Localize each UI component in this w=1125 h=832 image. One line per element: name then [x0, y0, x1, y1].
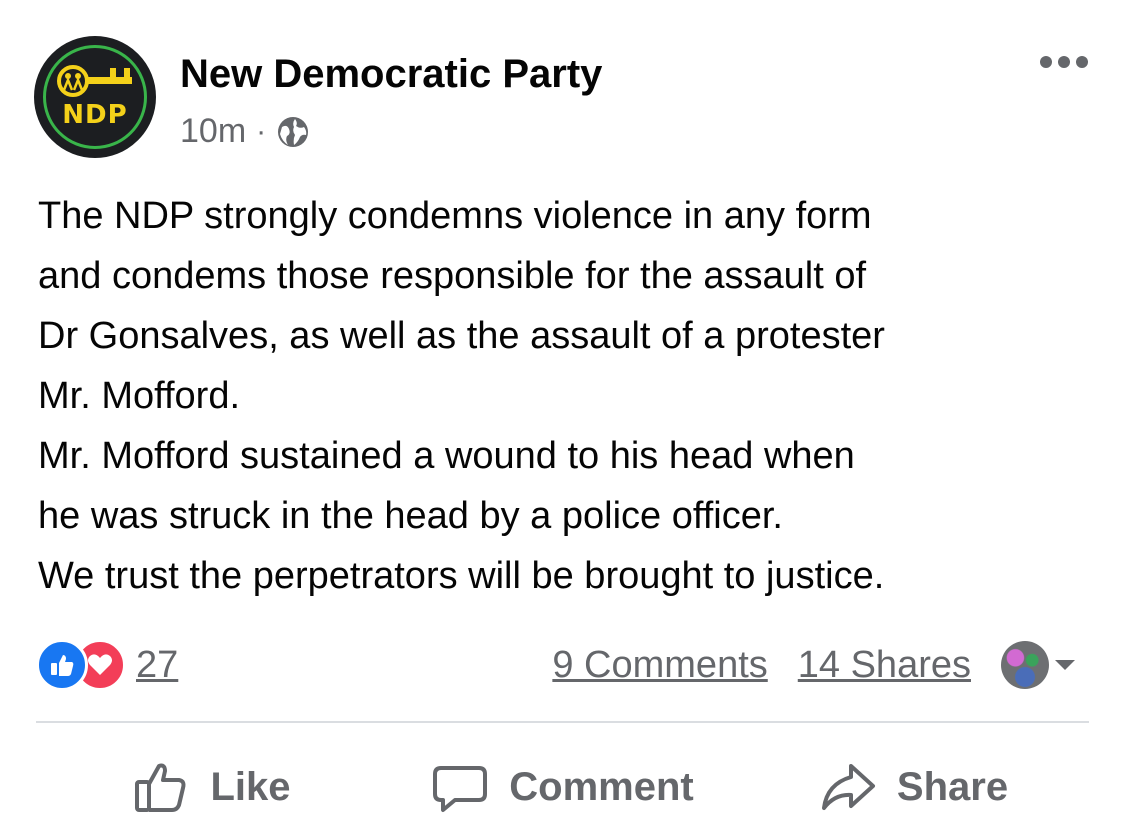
more-options-button[interactable]: [1040, 56, 1088, 68]
post-body-line: We trust the perpetrators will be brough…: [38, 555, 885, 597]
post-timestamp[interactable]: 10m: [180, 112, 246, 151]
comment-label: Comment: [509, 764, 694, 809]
share-label: Share: [896, 764, 1009, 809]
thumbs-up-icon: [135, 763, 186, 812]
comment-bubble-icon: [433, 766, 488, 812]
shares-count-link[interactable]: 14 Shares: [798, 644, 971, 687]
post-body-line: The NDP strongly condemns violence in an…: [38, 195, 872, 237]
more-horizontal-icon: [1058, 56, 1070, 68]
like-button[interactable]: Like: [36, 742, 387, 832]
meta-separator: ·: [256, 114, 267, 148]
avatar-label: NDP: [62, 100, 128, 130]
post-meta: 10m ·: [180, 112, 310, 151]
engagement-stats: 9 Comments 14 Shares: [552, 640, 1075, 690]
post-actions-bar: Like Comment Share: [36, 742, 1089, 832]
divider: [36, 721, 1089, 723]
like-reaction-icon: [36, 639, 88, 691]
page-avatar[interactable]: NDP: [34, 36, 156, 158]
post-body-line: Mr. Mofford.: [38, 375, 241, 417]
share-arrow-icon: [821, 764, 875, 810]
ndp-key-logo-icon: [57, 65, 132, 97]
share-button[interactable]: Share: [738, 742, 1089, 832]
page-name-link[interactable]: New Democratic Party: [180, 52, 602, 97]
post-body-line: Dr Gonsalves, as well as the assault of …: [38, 315, 885, 357]
viewer-avatar[interactable]: [1001, 641, 1049, 689]
comment-button[interactable]: Comment: [387, 742, 738, 832]
globe-icon[interactable]: [276, 115, 310, 149]
post-body-line: he was struck in the head by a police of…: [38, 495, 783, 537]
like-label: Like: [210, 764, 291, 809]
post-body-line: and condems those responsible for the as…: [38, 255, 867, 297]
post-body: The NDP strongly condemns violence in an…: [38, 186, 1098, 606]
more-horizontal-icon: [1040, 56, 1052, 68]
reaction-summary[interactable]: 27: [36, 639, 178, 691]
comments-count-link[interactable]: 9 Comments: [552, 644, 767, 687]
more-horizontal-icon: [1076, 56, 1088, 68]
post-body-line: Mr. Mofford sustained a wound to his hea…: [38, 435, 855, 477]
reaction-count[interactable]: 27: [136, 644, 178, 687]
chevron-down-icon[interactable]: [1055, 660, 1075, 670]
